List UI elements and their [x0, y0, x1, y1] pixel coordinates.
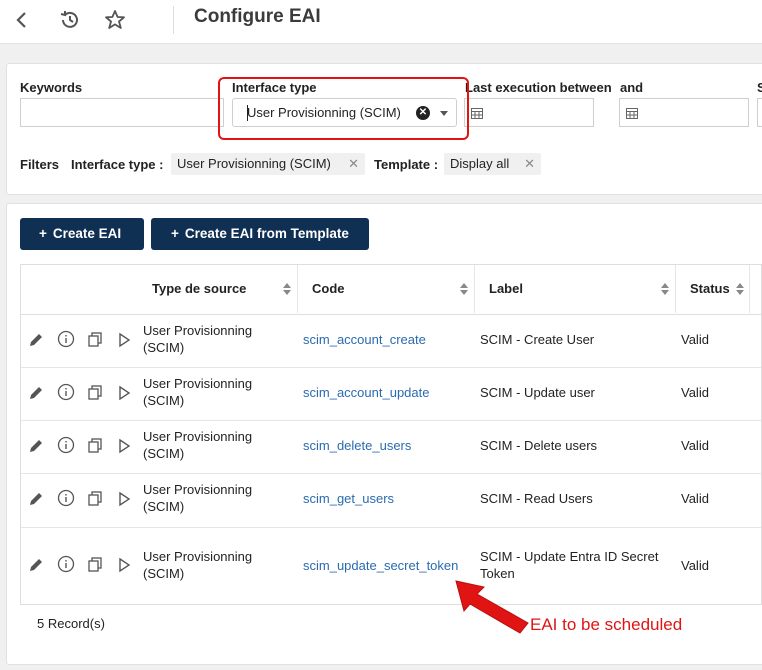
status-cell: Valid	[681, 491, 709, 506]
create-eai-button[interactable]: + Create EAI	[20, 218, 144, 250]
sort-icon[interactable]	[283, 283, 291, 295]
filters-label: Filters	[20, 157, 60, 172]
copy-icon[interactable]	[86, 437, 104, 455]
last-execution-to-input[interactable]	[619, 98, 749, 127]
info-icon[interactable]	[57, 489, 75, 507]
chip-value: Display all	[450, 156, 510, 171]
column-header-code[interactable]: Code	[298, 265, 475, 313]
column-header-status[interactable]: Status	[676, 265, 750, 313]
code-link[interactable]: scim_account_create	[303, 331, 426, 348]
history-icon[interactable]	[58, 8, 82, 32]
truncated-filter-input[interactable]	[757, 98, 762, 127]
info-icon[interactable]	[57, 555, 75, 573]
column-header-source-type[interactable]: Type de source	[141, 265, 298, 313]
label-cell: SCIM - Read Users	[480, 491, 593, 506]
info-icon[interactable]	[57, 383, 75, 401]
last-execution-label: Last execution between	[465, 80, 612, 95]
copy-icon[interactable]	[86, 331, 104, 349]
source-type-cell: User Provisionning (SCIM)	[143, 482, 253, 514]
play-icon[interactable]	[115, 331, 133, 349]
column-header-label: Status	[690, 281, 730, 296]
edit-icon[interactable]	[27, 331, 45, 349]
status-cell: Valid	[681, 332, 709, 347]
keywords-input[interactable]	[20, 98, 224, 127]
label-cell: SCIM - Update user	[480, 385, 595, 400]
create-eai-label: Create EAI	[52, 226, 122, 241]
table-row[interactable]: User Provisionning (SCIM) scim_get_users …	[21, 473, 761, 528]
label-cell: SCIM - Delete users	[480, 438, 598, 453]
edit-icon[interactable]	[27, 384, 45, 402]
calendar-icon[interactable]	[471, 107, 483, 119]
filter-chip-template: Display all ✕	[444, 153, 541, 175]
sort-icon[interactable]	[661, 283, 669, 295]
edit-icon[interactable]	[27, 556, 45, 574]
chip-value: User Provisionning (SCIM)	[177, 156, 331, 171]
source-type-cell: User Provisionning (SCIM)	[143, 429, 253, 461]
info-icon[interactable]	[57, 436, 75, 454]
top-bar: Configure EAI	[0, 0, 762, 44]
copy-icon[interactable]	[86, 490, 104, 508]
table-row[interactable]: User Provisionning (SCIM) scim_account_up…	[21, 367, 761, 421]
info-icon[interactable]	[57, 330, 75, 348]
edit-icon[interactable]	[27, 437, 45, 455]
interface-type-highlight	[218, 77, 469, 140]
sort-icon[interactable]	[460, 283, 468, 295]
plus-icon: +	[39, 226, 47, 241]
create-from-template-label: Create EAI from Template	[184, 226, 349, 241]
copy-icon[interactable]	[86, 556, 104, 574]
play-icon[interactable]	[115, 384, 133, 402]
chip-interface-type-key: Interface type :	[71, 157, 164, 172]
sort-icon[interactable]	[736, 283, 744, 295]
last-execution-from-input[interactable]	[464, 98, 594, 127]
filter-chip-interface-type: User Provisionning (SCIM) ✕	[171, 153, 365, 175]
plus-icon: +	[171, 226, 179, 241]
and-label: and	[620, 80, 644, 95]
create-eai-from-template-button[interactable]: + Create EAI from Template	[151, 218, 369, 250]
back-icon[interactable]	[10, 8, 34, 32]
column-header-label: Type de source	[152, 281, 247, 296]
status-cell: Valid	[681, 385, 709, 400]
page-title: Configure EAI	[194, 6, 321, 27]
calendar-icon[interactable]	[626, 107, 638, 119]
header-actions-spacer	[21, 265, 141, 313]
code-link[interactable]: scim_account_update	[303, 384, 429, 401]
close-icon[interactable]: ✕	[524, 153, 535, 175]
eai-table: Type de source Code Label Status User Pr…	[20, 264, 762, 605]
table-row[interactable]: User Provisionning (SCIM) scim_update_sec…	[21, 527, 761, 605]
label-cell: SCIM - Create User	[480, 332, 595, 347]
play-icon[interactable]	[115, 556, 133, 574]
play-icon[interactable]	[115, 490, 133, 508]
code-link[interactable]: scim_delete_users	[303, 437, 411, 454]
star-icon[interactable]	[103, 8, 127, 32]
annotation-text: EAI to be scheduled	[530, 615, 683, 634]
code-link[interactable]: scim_get_users	[303, 490, 394, 507]
record-count: 5 Record(s)	[37, 616, 105, 631]
status-cell: Valid	[681, 438, 709, 453]
table-header: Type de source Code Label Status	[21, 265, 761, 315]
source-type-cell: User Provisionning (SCIM)	[143, 323, 253, 355]
copy-icon[interactable]	[86, 384, 104, 402]
keywords-label: Keywords	[20, 80, 83, 95]
truncated-filter-label: S	[757, 80, 762, 95]
column-header-label[interactable]: Label	[475, 265, 676, 313]
annotation-arrow	[455, 580, 529, 634]
table-row[interactable]: User Provisionning (SCIM) scim_account_cr…	[21, 314, 761, 368]
source-type-cell: User Provisionning (SCIM)	[143, 549, 253, 581]
header-divider	[173, 6, 174, 34]
column-header-label: Label	[489, 281, 523, 296]
chip-template-key: Template :	[374, 157, 439, 172]
table-row[interactable]: User Provisionning (SCIM) scim_delete_use…	[21, 420, 761, 474]
close-icon[interactable]: ✕	[348, 153, 359, 175]
source-type-cell: User Provisionning (SCIM)	[143, 376, 253, 408]
column-header-label: Code	[312, 281, 345, 296]
play-icon[interactable]	[115, 437, 133, 455]
edit-icon[interactable]	[27, 490, 45, 508]
status-cell: Valid	[681, 558, 709, 573]
code-link[interactable]: scim_update_secret_token	[303, 557, 458, 574]
